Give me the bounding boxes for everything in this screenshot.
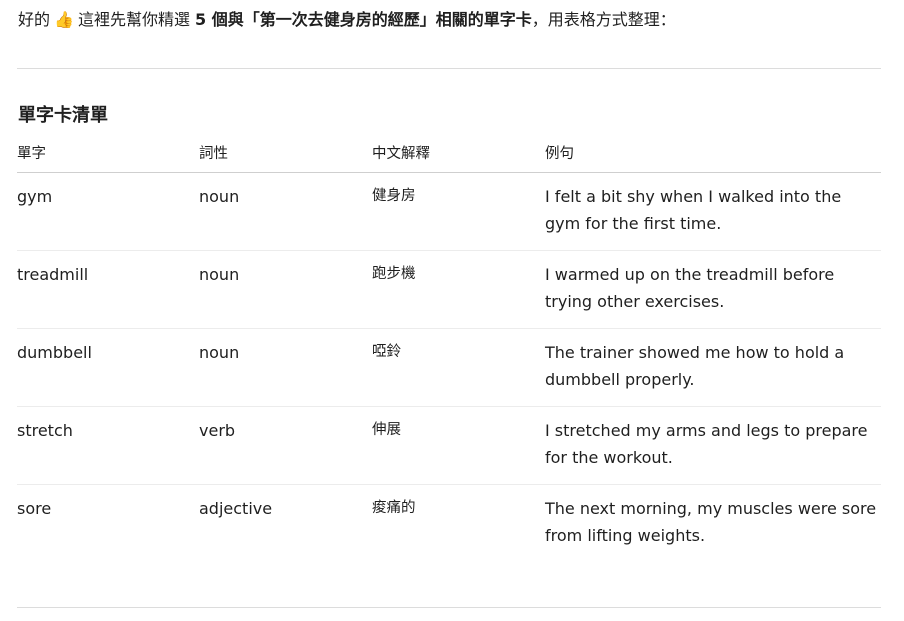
word-cell: dumbbell xyxy=(17,343,92,362)
header-word: 單字 xyxy=(17,146,46,162)
table-header: 單字 詞性 中文解釋 例句 xyxy=(17,140,881,173)
word-cell: sore xyxy=(17,499,52,518)
intro-message: 好的 👍 這裡先幫你精選 5 個與「第一次去健身房的經歷」相關的單字卡，用表格方式整… xyxy=(18,8,676,32)
example-cell: The trainer showed me how to hold a dumb… xyxy=(545,343,845,389)
intro-bold: 5 個與「第一次去健身房的經歷」相關的單字卡 xyxy=(195,10,532,29)
intro-prefix: 好的 xyxy=(18,10,51,29)
zh-cell: 健身房 xyxy=(372,188,416,204)
word-cell: gym xyxy=(17,187,53,206)
header-example: 例句 xyxy=(545,146,574,162)
word-cell: stretch xyxy=(17,421,73,440)
header-pos: 詞性 xyxy=(199,146,228,162)
table-row: gym noun 健身房 I felt a bit shy when I wal… xyxy=(17,173,881,251)
header-zh: 中文解釋 xyxy=(372,146,430,162)
divider-bottom xyxy=(17,607,881,608)
zh-cell: 伸展 xyxy=(372,422,401,438)
thumbs-up-icon: 👍 xyxy=(54,10,74,29)
word-cell: treadmill xyxy=(17,265,89,284)
zh-cell: 啞鈴 xyxy=(372,344,401,360)
pos-cell: noun xyxy=(199,187,240,206)
pos-cell: noun xyxy=(199,343,240,362)
intro-mid: 這裡先幫你精選 xyxy=(77,10,190,29)
table-row: stretch verb 伸展 I stretched my arms and … xyxy=(17,407,881,485)
table-row: dumbbell noun 啞鈴 The trainer showed me h… xyxy=(17,329,881,407)
example-cell: I warmed up on the treadmill before tryi… xyxy=(545,265,835,311)
example-cell: I stretched my arms and legs to prepare … xyxy=(545,421,868,467)
vocab-table: 單字 詞性 中文解釋 例句 gym noun 健身房 I felt a bit … xyxy=(17,140,881,562)
table-row: treadmill noun 跑步機 I warmed up on the tr… xyxy=(17,251,881,329)
intro-suffix: ，用表格方式整理： xyxy=(531,10,676,29)
section-title: 單字卡清單 xyxy=(18,105,108,126)
zh-cell: 痠痛的 xyxy=(372,500,416,516)
example-cell: I felt a bit shy when I walked into the … xyxy=(545,187,842,233)
table-row: sore adjective 痠痛的 The next morning, my … xyxy=(17,485,881,562)
divider-top xyxy=(17,68,881,69)
pos-cell: adjective xyxy=(199,499,273,518)
zh-cell: 跑步機 xyxy=(372,266,416,282)
example-cell: The next morning, my muscles were sore f… xyxy=(545,499,877,545)
pos-cell: verb xyxy=(199,421,236,440)
pos-cell: noun xyxy=(199,265,240,284)
